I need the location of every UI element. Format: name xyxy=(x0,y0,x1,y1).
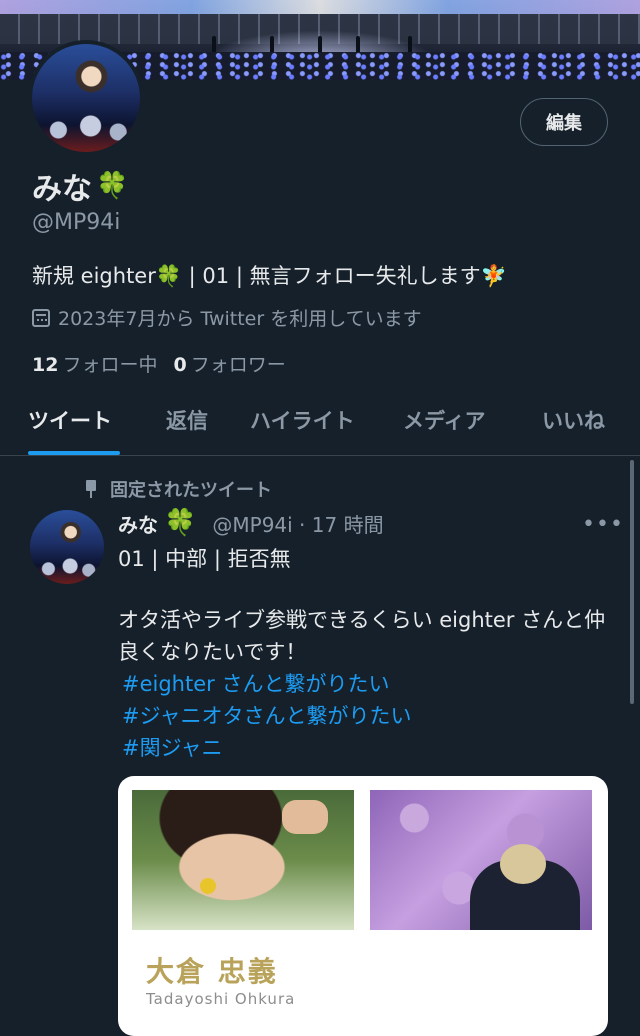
media-card-title: 大倉 忠義 xyxy=(146,955,278,988)
media-photo-2 xyxy=(370,790,592,930)
followers-count: 0 xyxy=(173,354,187,376)
profile-handle: @MP94i xyxy=(32,210,121,235)
profile-tabs: ツイート 返信 ハイライト メディア いいね xyxy=(0,395,640,456)
tweet-handle-time[interactable]: @MP94i · 17 時間 xyxy=(212,509,383,538)
following-link[interactable]: 12 フォロー中 xyxy=(32,350,157,377)
photo-fruit xyxy=(200,878,216,894)
scrollbar[interactable] xyxy=(630,460,634,704)
hashtag-link[interactable]: #eighter さんと繋がりたい xyxy=(122,668,389,698)
tab-highlights[interactable]: ハイライト xyxy=(250,405,355,435)
tweet-body: オタ活やライブ参戦できるくらい eighter さんと仲良くなりたいです！ xyxy=(118,608,606,664)
hashtag-link[interactable]: #ジャニオタさんと繋がりたい xyxy=(122,700,412,730)
profile-avatar[interactable] xyxy=(28,40,144,156)
photo-head xyxy=(500,844,546,884)
hashtag-link[interactable]: #関ジャニ xyxy=(122,732,223,762)
profile-name-text: みな xyxy=(32,172,92,207)
media-photo-1 xyxy=(132,790,354,930)
tweet-line1: 01 | 中部 | 拒否無 xyxy=(118,547,291,571)
followers-link[interactable]: 0 フォロワー xyxy=(173,350,285,377)
tweet-avatar[interactable] xyxy=(30,510,104,584)
tab-likes[interactable]: いいね xyxy=(542,405,605,435)
tab-media[interactable]: メディア xyxy=(403,405,486,435)
follow-stats: 12 フォロー中 0 フォロワー xyxy=(32,350,286,377)
tab-tweets[interactable]: ツイート xyxy=(28,405,112,435)
pin-icon xyxy=(84,480,98,498)
profile-bio: 新規 eighter🍀 | 01 | 無言フォロー失礼します🧚 xyxy=(32,264,507,288)
tab-replies[interactable]: 返信 xyxy=(166,405,208,435)
following-count: 12 xyxy=(32,354,59,376)
tweet-media[interactable]: 大倉 忠義 Tadayoshi Ohkura xyxy=(118,776,608,1036)
calendar-icon xyxy=(32,308,50,327)
banner-screens xyxy=(0,0,640,14)
pinned-text: 固定されたツイート xyxy=(110,480,272,501)
profile-joined: 2023年7月から Twitter を利用しています xyxy=(32,304,422,331)
followers-label: フォロワー xyxy=(190,354,286,376)
following-label: フォロー中 xyxy=(62,354,158,376)
avatar-drums xyxy=(40,106,132,146)
clover-emoji: 🍀 xyxy=(164,508,197,538)
photo-hand xyxy=(282,800,328,834)
tweet-author-name[interactable]: みな xyxy=(118,509,158,538)
joined-text: 2023年7月から Twitter を利用しています xyxy=(58,308,422,330)
tab-active-indicator xyxy=(28,451,120,455)
media-card-subtitle: Tadayoshi Ohkura xyxy=(146,990,296,1008)
tweet-header: みな 🍀 @MP94i · 17 時間 xyxy=(118,508,384,538)
edit-profile-button[interactable]: 編集 xyxy=(520,98,608,146)
more-icon[interactable]: ••• xyxy=(582,512,624,537)
avatar-drums xyxy=(36,552,98,580)
profile-name: みな 🍀 xyxy=(32,164,128,208)
pinned-label: 固定されたツイート xyxy=(84,476,272,502)
clover-emoji: 🍀 xyxy=(96,171,129,201)
